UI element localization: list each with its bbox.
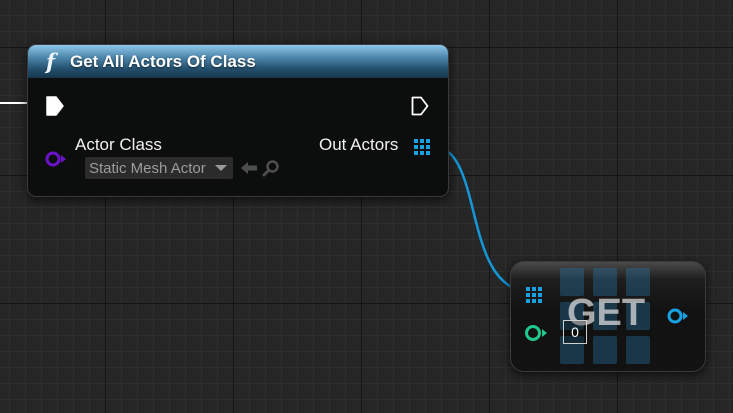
browse-search-icon[interactable]: [262, 159, 280, 177]
get-all-actors-of-class-node[interactable]: f Get All Actors Of Class Actor Class St…: [27, 44, 449, 197]
array-input-pin[interactable]: [525, 286, 543, 304]
exec-output-pin[interactable]: [411, 96, 429, 116]
out-actors-label: Out Actors: [319, 135, 399, 154]
actor-class-pin[interactable]: [44, 151, 68, 167]
index-integer-pin[interactable]: [524, 324, 550, 342]
node-header[interactable]: f Get All Actors Of Class: [28, 45, 448, 78]
function-icon: f: [46, 49, 56, 74]
use-selected-arrow-icon[interactable]: [240, 161, 258, 175]
node-title: Get All Actors Of Class: [70, 51, 256, 71]
grid-cell: [593, 336, 617, 364]
actor-class-value: Static Mesh Actor: [89, 159, 206, 177]
object-output-pin[interactable]: [666, 308, 690, 324]
actor-class-label: Actor Class: [75, 135, 162, 154]
array-get-node[interactable]: GET 0: [510, 261, 706, 372]
out-actors-array-pin[interactable]: [413, 138, 431, 156]
exec-input-pin[interactable]: [46, 96, 64, 116]
actor-class-dropdown[interactable]: Static Mesh Actor: [85, 157, 233, 179]
chevron-down-icon: [215, 165, 227, 171]
index-input[interactable]: 0: [563, 320, 587, 344]
grid-cell: [626, 336, 650, 364]
